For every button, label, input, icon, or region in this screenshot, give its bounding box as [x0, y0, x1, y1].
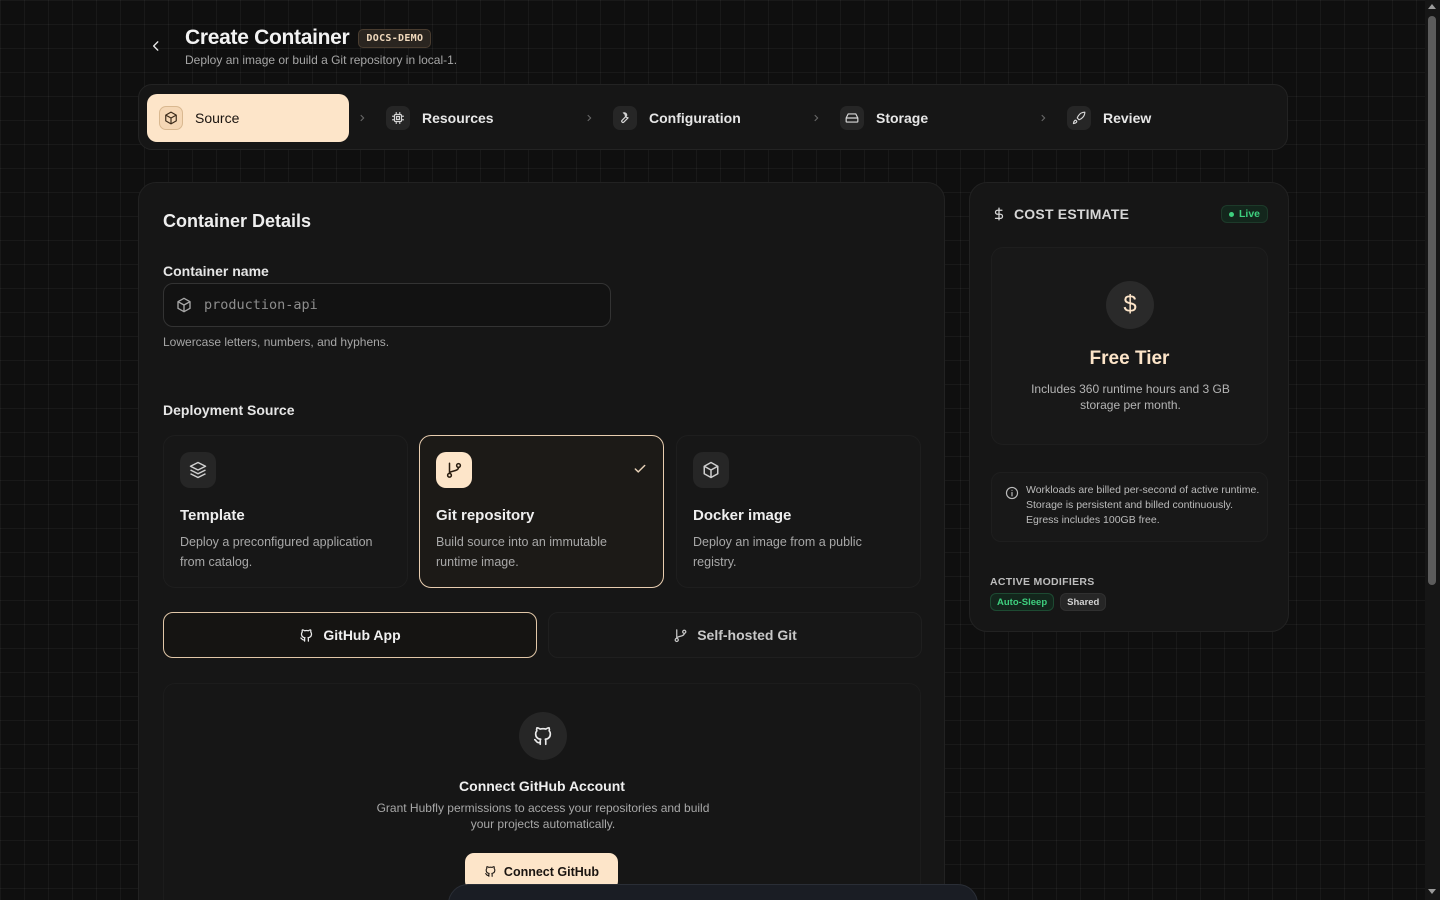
live-dot-icon [1228, 211, 1234, 217]
github-icon [300, 628, 313, 642]
scrollbar-thumb[interactable] [1428, 16, 1436, 585]
github-icon [485, 866, 496, 877]
step-resources[interactable]: Resources [374, 94, 574, 142]
deployment-source-label: Deployment Source [163, 402, 295, 418]
tier-name: Free Tier [1089, 348, 1170, 369]
hard-drive-icon [840, 106, 864, 130]
github-icon [519, 712, 567, 760]
step-label: Review [1103, 110, 1152, 126]
page-title: Create Container [185, 26, 350, 49]
billing-info: Workloads are billed per-second of activ… [991, 472, 1268, 542]
step-label: Storage [876, 110, 929, 126]
layers-icon [180, 452, 216, 488]
dollar-sign-icon: $ [1106, 281, 1154, 329]
wrench-icon [613, 106, 637, 130]
title-row: Create Container DOCS-DEMO [185, 26, 432, 50]
source-option-title: Docker image [693, 507, 792, 524]
info-icon [1005, 486, 1019, 500]
cpu-icon [386, 106, 410, 130]
active-modifiers: Auto-Sleep Shared [990, 593, 1107, 611]
modifier-chip: Shared [1060, 593, 1107, 611]
step-label: Source [195, 110, 240, 126]
git-branch-icon [436, 452, 472, 488]
billing-info-text: Workloads are billed per-second of activ… [1026, 484, 1260, 526]
container-name-label: Container name [163, 263, 269, 279]
tier-box: $ Free Tier Includes 360 runtime hours a… [991, 247, 1268, 445]
chevron-right-icon [587, 114, 592, 122]
source-option-desc: Deploy a preconfigured application from … [180, 535, 373, 569]
chevron-right-icon [1041, 114, 1046, 122]
container-name-help: Lowercase letters, numbers, and hyphens. [163, 335, 390, 349]
wizard-stepper: Source Resources Configuration Storage R… [138, 84, 1288, 150]
source-option-title: Git repository [436, 507, 535, 524]
page-subtitle: Deploy an image or build a Git repositor… [185, 53, 458, 67]
scroll-down-icon[interactable] [1428, 889, 1436, 894]
step-label: Resources [422, 110, 494, 126]
source-option-docker-image[interactable]: Docker image Deploy an image from a publ… [676, 435, 921, 588]
step-configuration[interactable]: Configuration [601, 94, 801, 142]
source-option-template[interactable]: Template Deploy a preconfigured applicat… [163, 435, 408, 588]
github-app-tab[interactable]: GitHub App [163, 612, 537, 658]
active-modifiers-label: ACTIVE MODIFIERS [990, 576, 1095, 588]
live-label: Live [1238, 208, 1260, 220]
cost-header: COST ESTIMATE [992, 206, 1129, 222]
chevron-right-icon [360, 114, 365, 122]
source-option-title: Template [180, 507, 245, 524]
package-icon [693, 452, 729, 488]
provider-label: GitHub App [323, 627, 401, 643]
tier-description: Includes 360 runtime hours and 3 GB stor… [1031, 382, 1230, 412]
self-hosted-git-tab[interactable]: Self-hosted Git [548, 612, 922, 658]
package-icon [177, 297, 191, 313]
source-option-desc: Build source into an immutable runtime i… [436, 535, 607, 569]
connect-description: Grant Hubfly permissions to access your … [376, 801, 710, 831]
source-option-desc: Deploy an image from a public registry. [693, 535, 862, 569]
cost-title: COST ESTIMATE [1014, 206, 1130, 222]
provider-label: Self-hosted Git [697, 627, 797, 643]
section-title: Container Details [163, 211, 312, 231]
back-button[interactable] [142, 32, 170, 60]
page-scrollbar[interactable] [1425, 0, 1440, 900]
container-name-field[interactable] [163, 283, 611, 327]
dollar-sign-icon [994, 207, 1004, 221]
source-option-git-repository[interactable]: Git repository Build source into an immu… [419, 435, 664, 588]
modifier-chip: Auto-Sleep [990, 593, 1055, 611]
scroll-up-icon[interactable] [1428, 4, 1436, 9]
floating-action-bar [448, 884, 978, 900]
connect-github-label: Connect GitHub [503, 864, 600, 879]
git-branch-icon [674, 628, 687, 642]
environment-badge: DOCS-DEMO [358, 28, 432, 48]
step-review[interactable]: Review [1055, 94, 1255, 142]
container-details-card: Container Details Container name Lowerca… [138, 182, 945, 900]
package-icon [159, 106, 183, 130]
check-icon [634, 464, 646, 473]
live-badge: Live [1220, 205, 1268, 223]
rocket-icon [1067, 106, 1091, 130]
cost-estimate-card: COST ESTIMATE Live $ Free Tier Includes … [969, 182, 1289, 632]
step-storage[interactable]: Storage [828, 94, 1028, 142]
chevron-left-icon [152, 41, 159, 51]
connect-title: Connect GitHub Account [459, 778, 625, 794]
chevron-right-icon [814, 114, 819, 122]
step-label: Configuration [649, 110, 741, 126]
step-source[interactable]: Source [147, 94, 349, 142]
container-name-input[interactable] [204, 297, 584, 313]
connect-github-panel: Connect GitHub Account Grant Hubfly perm… [163, 683, 921, 900]
